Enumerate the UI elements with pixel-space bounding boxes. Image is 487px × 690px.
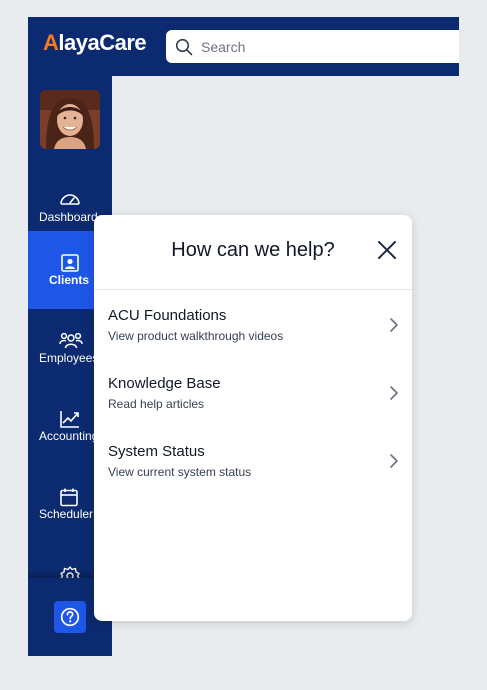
help-panel-title: How can we help? bbox=[171, 239, 335, 261]
help-item-title: System Status bbox=[108, 443, 205, 460]
sidebar-item-label: Accounting bbox=[39, 429, 99, 443]
help-item-acu-foundations[interactable]: ACU Foundations View product walkthrough… bbox=[94, 307, 412, 367]
help-item-title: ACU Foundations bbox=[108, 307, 227, 324]
help-item-subtitle: Read help articles bbox=[108, 397, 205, 411]
search-box[interactable] bbox=[166, 30, 459, 63]
divider bbox=[94, 289, 412, 290]
sidebar-item-label: Clients bbox=[49, 273, 90, 287]
dashboard-gauge-icon bbox=[60, 194, 80, 205]
search-input[interactable] bbox=[201, 30, 441, 63]
sidebar-item-label: Employees bbox=[39, 351, 99, 365]
logo-prefix: A bbox=[43, 30, 59, 55]
help-item-title: Knowledge Base bbox=[108, 375, 221, 392]
chevron-right-icon bbox=[390, 318, 398, 332]
scheduler-calendar-icon bbox=[60, 488, 78, 507]
help-panel: How can we help? ACU Foundations View pr… bbox=[94, 215, 412, 621]
logo-rest: layaCare bbox=[58, 30, 147, 55]
help-item-system-status[interactable]: System Status View current system status bbox=[94, 443, 412, 503]
help-button[interactable] bbox=[54, 601, 86, 633]
help-item-knowledge-base[interactable]: Knowledge Base Read help articles bbox=[94, 375, 412, 435]
accounting-chart-icon bbox=[60, 411, 79, 428]
top-bar: AlayaCare bbox=[28, 17, 459, 76]
help-question-icon bbox=[60, 607, 80, 627]
help-item-subtitle: View product walkthrough videos bbox=[108, 329, 284, 343]
clients-id-card-icon bbox=[61, 254, 79, 272]
sidebar-item-label: Dashboard bbox=[39, 210, 98, 224]
help-item-subtitle: View current system status bbox=[108, 465, 252, 479]
sidebar-item-label: Scheduler bbox=[39, 507, 94, 521]
chevron-right-icon bbox=[390, 454, 398, 468]
search-icon bbox=[175, 38, 193, 56]
close-icon bbox=[378, 241, 396, 259]
user-avatar[interactable] bbox=[40, 90, 100, 149]
employees-group-icon bbox=[59, 332, 83, 349]
alayacare-logo[interactable]: AlayaCare bbox=[43, 30, 147, 56]
chevron-right-icon bbox=[390, 386, 398, 400]
close-button[interactable] bbox=[377, 240, 397, 260]
